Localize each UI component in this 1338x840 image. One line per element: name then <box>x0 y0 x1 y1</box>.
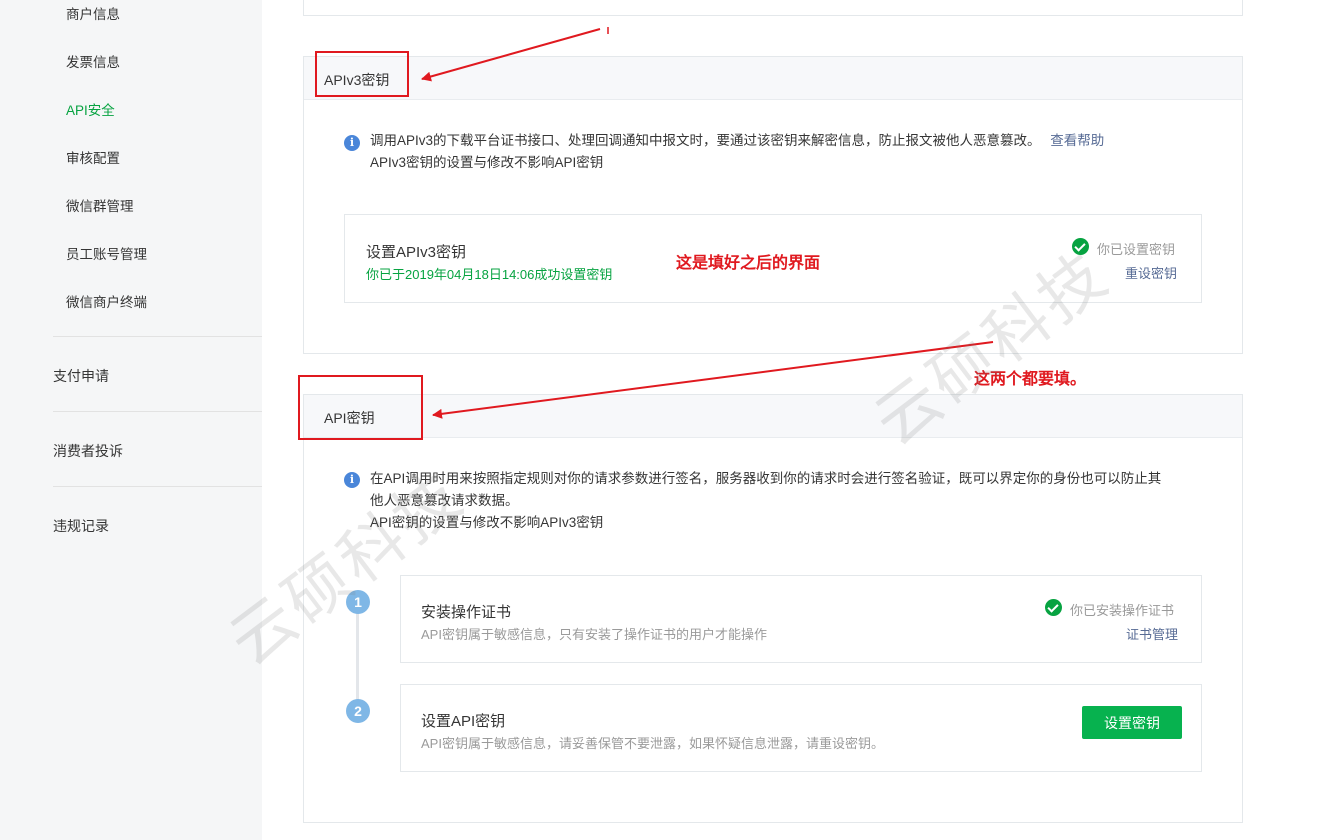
apiv3-info-line1: 调用APIv3的下载平台证书接口、处理回调通知中报文时，要通过该密钥来解密信息，… <box>370 133 1041 148</box>
annotation-box-apiv3 <box>315 51 409 97</box>
api-key-panel: API密钥 i 在API调用时用来按照指定规则对你的请求参数进行签名，服务器收到… <box>303 394 1243 823</box>
api-info-line1: 在API调用时用来按照指定规则对你的请求参数进行签名，服务器收到你的请求时会进行… <box>370 471 1162 486</box>
step2-description: API密钥属于敏感信息，请妥善保管不要泄露，如果怀疑信息泄露，请重设密钥。 <box>421 736 884 751</box>
sidebar-divider <box>53 486 262 487</box>
apiv3-panel-header: APIv3密钥 <box>304 57 1242 100</box>
step-number-2: 2 <box>346 699 370 723</box>
certificate-manage-link[interactable]: 证书管理 <box>1126 624 1178 643</box>
annotation-both-required: 这两个都要填。 <box>974 369 1087 388</box>
check-icon <box>1045 599 1062 616</box>
apiv3-info-line2: APIv3密钥的设置与修改不影响API密钥 <box>370 155 604 170</box>
api-info-line3: API密钥的设置与修改不影响APIv3密钥 <box>370 515 604 530</box>
set-key-button[interactable]: 设置密钥 <box>1082 706 1182 739</box>
apiv3-key-panel: APIv3密钥 i 调用APIv3的下载平台证书接口、处理回调通知中报文时，要通… <box>303 56 1243 354</box>
sidebar-item-review-config[interactable]: 审核配置 <box>66 147 120 167</box>
step1-title: 安装操作证书 <box>421 604 512 621</box>
install-certificate-card: 安装操作证书 API密钥属于敏感信息，只有安装了操作证书的用户才能操作 你已安装… <box>400 575 1202 663</box>
sidebar-item-payment-apply[interactable]: 支付申请 <box>53 366 109 386</box>
apiv3-info-text: 调用APIv3的下载平台证书接口、处理回调通知中报文时，要通过该密钥来解密信息，… <box>370 130 1104 152</box>
reset-key-link[interactable]: 重设密钥 <box>1125 263 1177 282</box>
sidebar-item-violation-records[interactable]: 违规记录 <box>53 516 109 536</box>
info-icon: i <box>344 135 360 151</box>
annotation-box-api <box>298 375 423 440</box>
sidebar-item-wechat-group[interactable]: 微信群管理 <box>66 195 134 215</box>
previous-section-panel <box>303 0 1243 16</box>
sidebar-divider <box>53 411 262 412</box>
help-link[interactable]: 查看帮助 <box>1050 133 1104 148</box>
step-connector <box>356 613 359 711</box>
api-panel-header: API密钥 <box>304 395 1242 438</box>
check-icon <box>1072 238 1089 255</box>
annotation-after-fill: 这是填好之后的界面 <box>676 253 821 272</box>
sidebar-item-staff-accounts[interactable]: 员工账号管理 <box>66 243 147 263</box>
sidebar-item-consumer-complaints[interactable]: 消费者投诉 <box>53 441 123 461</box>
apiv3-status-text: 你已设置密钥 <box>1097 242 1176 257</box>
step1-description: API密钥属于敏感信息，只有安装了操作证书的用户才能操作 <box>421 627 767 642</box>
apiv3-card-subtitle: 你已于2019年04月18日14:06成功设置密钥 <box>366 267 613 282</box>
api-info-line2: 他人恶意篡改请求数据。 <box>370 493 519 508</box>
info-icon: i <box>344 472 360 488</box>
apiv3-card-title: 设置APIv3密钥 <box>366 244 467 261</box>
sidebar-item-api-security[interactable]: API安全 <box>66 99 115 119</box>
sidebar-item-invoice-info[interactable]: 发票信息 <box>66 51 120 71</box>
step1-status-text: 你已安装操作证书 <box>1070 603 1175 618</box>
step2-title: 设置API密钥 <box>421 713 506 730</box>
sidebar-divider <box>53 336 262 337</box>
sidebar: 商户信息 发票信息 API安全 审核配置 微信群管理 员工账号管理 微信商户终端… <box>0 0 262 840</box>
step-number-1: 1 <box>346 590 370 614</box>
sidebar-item-merchant-terminal[interactable]: 微信商户终端 <box>66 291 147 311</box>
page: 商户信息 发票信息 API安全 审核配置 微信群管理 员工账号管理 微信商户终端… <box>0 0 1338 840</box>
sidebar-item-merchant-info[interactable]: 商户信息 <box>66 3 120 23</box>
set-api-key-card: 设置API密钥 API密钥属于敏感信息，请妥善保管不要泄露，如果怀疑信息泄露，请… <box>400 684 1202 772</box>
